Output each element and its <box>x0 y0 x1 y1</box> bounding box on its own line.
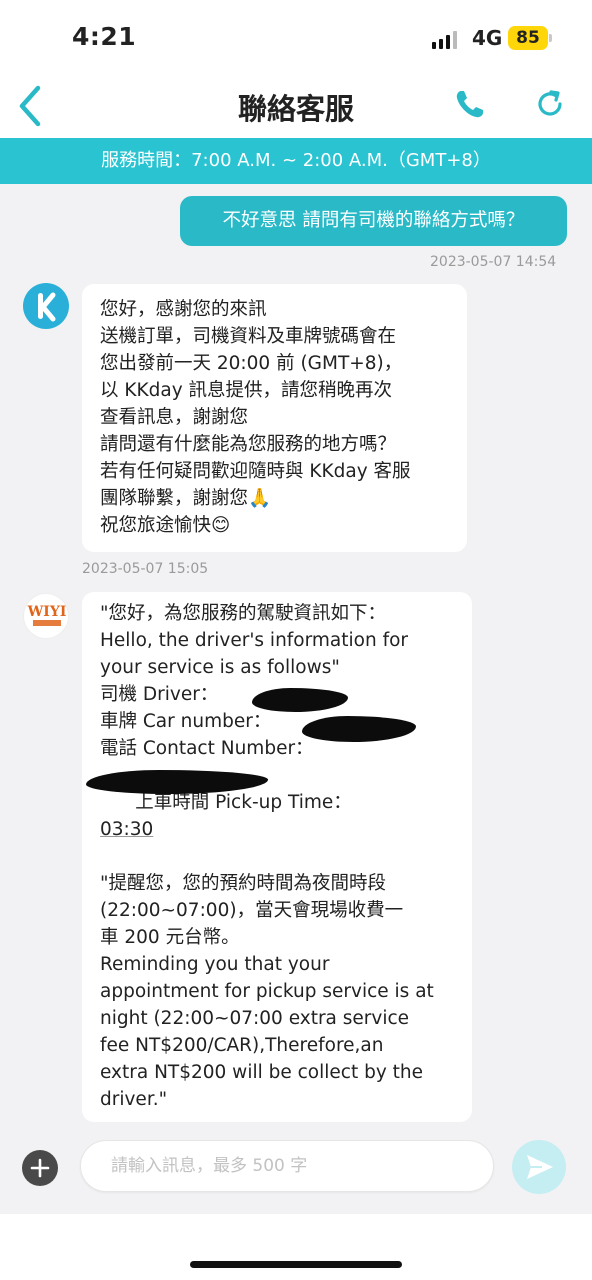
page-title: 聯絡客服 <box>237 92 354 126</box>
bottom-safe-area <box>0 1214 592 1280</box>
status-bar: 4:21 4G 85 <box>0 0 592 76</box>
service-hours-banner: 服務時間：7:00 A.M. ~ 2:00 A.M.（GMT+8） <box>0 138 592 184</box>
message-line: Reminding you that your <box>100 954 330 975</box>
message-line: 以 KKday 訊息提供，請您稍晚再次 <box>100 380 393 401</box>
message-line: Hello, the driver's information for <box>100 630 409 651</box>
status-time: 4:21 <box>72 22 137 51</box>
battery-icon: 85 <box>508 26 548 50</box>
message-line: 車 200 元台幣。 <box>100 927 240 948</box>
attach-button[interactable] <box>22 1150 58 1186</box>
message-timestamp: 2023-05-07 15:05 <box>82 561 209 577</box>
message-line: "提醒您，您的預約時間為夜間時段 <box>100 873 387 894</box>
phone-icon <box>456 91 483 118</box>
outgoing-message: 不好意思 請問有司機的聯絡方式嗎？ <box>180 196 567 246</box>
message-line: 您好，感謝您的來訊 <box>100 299 267 320</box>
send-icon <box>527 1155 553 1179</box>
message-timestamp: 2023-05-07 14:54 <box>430 254 557 270</box>
battery-nub <box>549 34 552 42</box>
send-button[interactable] <box>512 1140 566 1194</box>
message-line: 請問還有什麼能為您服務的地方嗎？ <box>100 434 397 455</box>
message-line: 若有任何疑問歡迎隨時與 KKday 客服 <box>100 461 411 482</box>
message-line: extra NT$200 will be collect by the <box>100 1062 424 1083</box>
message-line: 查看訊息，謝謝您 <box>100 407 249 428</box>
plus-icon <box>30 1158 50 1178</box>
message-line: appointment for pickup service is at <box>100 981 434 1002</box>
message-line <box>100 843 454 870</box>
network-type: 4G <box>472 26 503 50</box>
call-button[interactable] <box>450 84 490 124</box>
message-line: 您出發前一天 20:00 前 (GMT+8)， <box>100 353 403 374</box>
nav-bar: 聯絡客服 <box>0 76 592 138</box>
message-line: 送機訂單，司機資料及車牌號碼會在 <box>100 326 397 347</box>
message-line: night (22:00~07:00 extra service <box>100 1008 410 1029</box>
kkday-avatar <box>23 283 69 329</box>
svg-text:WIYI: WIYI <box>27 604 67 620</box>
message-line: "您好，為您服務的駕駛資訊如下： <box>100 603 387 624</box>
home-indicator <box>190 1261 402 1268</box>
message-line: 03:30 <box>100 819 154 840</box>
message-line: 祝您旅途愉快😊 <box>100 515 231 536</box>
refresh-icon <box>538 90 562 116</box>
refresh-button[interactable] <box>530 84 570 124</box>
message-line: your service is as follows" <box>100 657 340 678</box>
supplier-logo: WIYI <box>27 604 67 626</box>
message-line: (22:00~07:00)，當天會現場收費一 <box>100 900 404 921</box>
incoming-message-kkday: 您好，感謝您的來訊 送機訂單，司機資料及車牌號碼會在 您出發前一天 20:00 … <box>82 284 467 552</box>
message-line: 電話 Contact Number： <box>100 738 314 759</box>
supplier-avatar: WIYI <box>23 593 69 639</box>
kkday-logo-icon <box>38 292 56 322</box>
message-input-container <box>80 1140 494 1192</box>
signal-strength-icon <box>432 31 457 49</box>
message-line: fee NT$200/CAR),Therefore,an <box>100 1035 384 1056</box>
message-line: driver." <box>100 1089 168 1110</box>
message-input[interactable] <box>81 1141 493 1191</box>
message-line: 團隊聯繫，謝謝您🙏 <box>100 488 272 509</box>
incoming-message-supplier: "您好，為您服務的駕駛資訊如下： Hello, the driver's inf… <box>82 592 472 1122</box>
